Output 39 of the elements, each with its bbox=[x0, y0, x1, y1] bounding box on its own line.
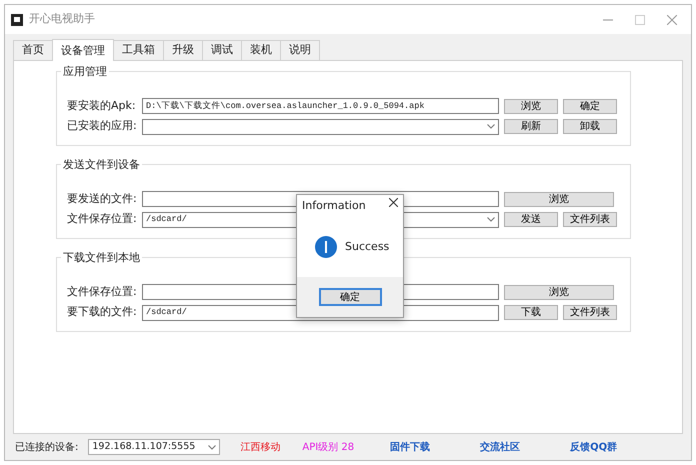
field-label: 要发送的文件: bbox=[67, 190, 137, 207]
ok-button[interactable]: 确定 bbox=[318, 288, 382, 306]
status-text: API级别 28 bbox=[302, 440, 354, 454]
button[interactable]: 浏览 bbox=[504, 192, 614, 207]
button[interactable]: 文件列表 bbox=[563, 305, 617, 320]
dropdown-caret-icon bbox=[208, 444, 216, 450]
link[interactable]: 固件下载 bbox=[390, 440, 430, 454]
input-field[interactable]: D:\下载\下载文件\com.oversea.aslauncher_1.0.9.0_5094.apk bbox=[142, 98, 499, 114]
maximize-icon[interactable] bbox=[635, 14, 645, 25]
dropdown-field[interactable] bbox=[142, 118, 499, 135]
dialog-message: Success bbox=[345, 239, 390, 255]
device-dropdown[interactable]: 192.168.11.107:5555 bbox=[88, 439, 220, 455]
status-text: 江西移动 bbox=[240, 440, 280, 454]
info-icon bbox=[315, 236, 337, 258]
button[interactable]: 卸载 bbox=[563, 119, 617, 134]
app-icon bbox=[11, 14, 23, 26]
button[interactable]: 浏览 bbox=[504, 98, 558, 114]
button[interactable]: 浏览 bbox=[504, 284, 614, 300]
window-title: 开心电视助手 bbox=[29, 11, 95, 28]
dropdown-caret-icon bbox=[487, 124, 495, 130]
field-label: 要下载的文件: bbox=[67, 304, 137, 320]
button[interactable]: 确定 bbox=[563, 98, 617, 114]
tab[interactable]: 说明 bbox=[280, 40, 320, 60]
field-label: 文件保存位置: bbox=[67, 211, 137, 228]
field-label: 要安装的Apk: bbox=[67, 98, 137, 114]
tab[interactable]: 设备管理 bbox=[52, 39, 114, 61]
button[interactable]: 文件列表 bbox=[563, 212, 617, 228]
button[interactable]: 下载 bbox=[504, 305, 558, 320]
link[interactable]: 反馈QQ群 bbox=[570, 440, 618, 454]
device-label: 已连接的设备: bbox=[15, 440, 78, 454]
button[interactable]: 发送 bbox=[504, 212, 558, 228]
dropdown-caret-icon bbox=[487, 217, 495, 222]
button[interactable]: 刷新 bbox=[504, 119, 558, 134]
dialog-title: Information bbox=[302, 198, 366, 214]
tab[interactable]: 首页 bbox=[13, 40, 53, 60]
field-label: 已安装的应用: bbox=[67, 118, 137, 134]
field-label: 文件保存位置: bbox=[67, 284, 137, 300]
close-icon[interactable] bbox=[389, 198, 398, 207]
link[interactable]: 交流社区 bbox=[480, 440, 520, 454]
